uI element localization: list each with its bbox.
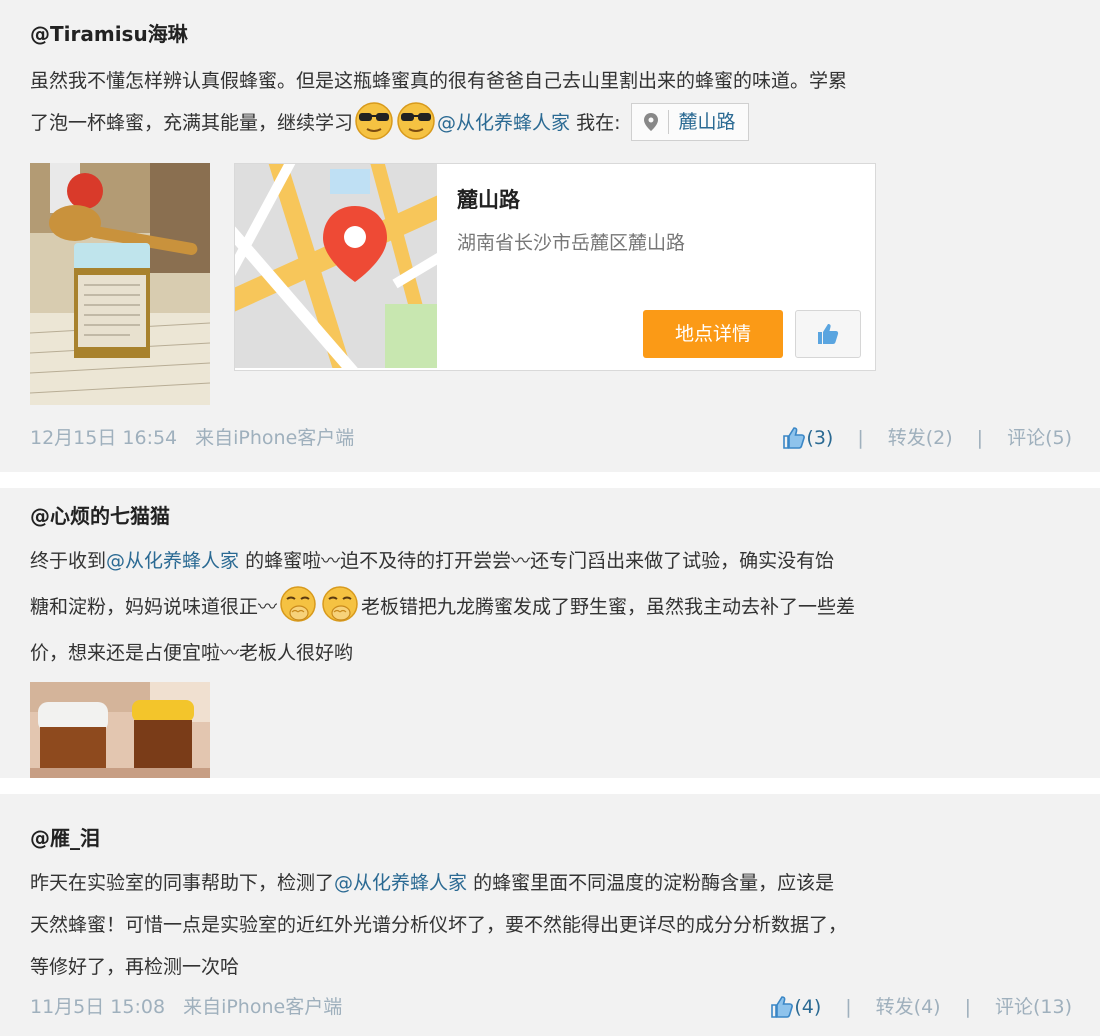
post-text: 昨天在实验室的同事帮助下，检测了 — [30, 872, 335, 894]
weibo-post: @雁_泪 昨天在实验室的同事帮助下，检测了@从化养蜂人家 的蜂蜜里面不同温度的淀… — [0, 794, 1100, 1036]
post-text: 终于收到 — [30, 550, 107, 572]
location-address: 湖南省长沙市岳麓区麓山路 — [457, 232, 686, 254]
map-thumbnail — [235, 164, 437, 368]
post-author[interactable]: @Tiramisu海琳 — [30, 18, 188, 47]
thumbs-up-icon — [818, 324, 839, 344]
post-time[interactable]: 12月15日 16:54 — [30, 423, 177, 453]
divider: | — [964, 996, 971, 1018]
post-content: 虽然我不懂怎样辨认真假蜂蜜。但是这瓶蜂蜜真的很有爸爸自己去山里割出来的蜂蜜的味道… — [30, 60, 1076, 144]
location-card[interactable]: 麓山路 湖南省长沙市岳麓区麓山路 地点详情 — [234, 163, 876, 371]
post-actions: (3) | 转发(2) | 评论(5) — [782, 423, 1072, 453]
like-button[interactable]: (3) — [782, 423, 833, 453]
thumbs-up-icon — [783, 427, 806, 449]
sunglasses-emoji-icon — [355, 101, 393, 140]
giggle-emoji-icon — [280, 585, 316, 622]
post-text-line: 昨天在实验室的同事帮助下，检测了@从化养蜂人家 的蜂蜜里面不同温度的淀粉酶含量，… — [30, 862, 1076, 904]
post-text: 糖和淀粉，妈妈说味道很正〰 — [30, 596, 278, 618]
sunglasses-emoji-icon — [397, 101, 435, 140]
post-source[interactable]: 来自iPhone客户端 — [183, 992, 342, 1022]
post-text: 的蜂蜜啦〰迫不及待的打开尝尝〰还专门舀出来做了试验，确实没有饴 — [239, 550, 835, 572]
post-text-line: 糖和淀粉，妈妈说味道很正〰 老板错把九龙腾蜜发成了野生蜜，虽然我主动去补了一些差 — [30, 582, 1076, 632]
chip-divider — [667, 109, 669, 134]
thumbs-up-icon — [771, 996, 794, 1018]
post-text-line: 了泡一杯蜂蜜，充满其能量，继续学习 @从化养蜂人家 我在: 麓山路 — [30, 101, 1076, 144]
comment-button[interactable]: 评论(13) — [995, 992, 1072, 1022]
post-author[interactable]: @雁_泪 — [30, 822, 100, 851]
post-photo[interactable] — [30, 682, 210, 778]
post-source[interactable]: 来自iPhone客户端 — [195, 423, 354, 453]
post-author[interactable]: @心烦的七猫猫 — [30, 500, 170, 529]
location-pin-icon — [643, 112, 658, 131]
honey-jar-photo — [30, 163, 210, 405]
post-content: 昨天在实验室的同事帮助下，检测了@从化养蜂人家 的蜂蜜里面不同温度的淀粉酶含量，… — [30, 862, 1076, 988]
divider: | — [845, 996, 852, 1018]
location-chip-label: 麓山路 — [678, 110, 736, 133]
weibo-post: @心烦的七猫猫 终于收到@从化养蜂人家 的蜂蜜啦〰迫不及待的打开尝尝〰还专门舀出… — [0, 488, 1100, 778]
honey-jars-photo — [30, 682, 210, 778]
post-time[interactable]: 11月5日 15:08 — [30, 992, 165, 1022]
location-title: 麓山路 — [457, 188, 520, 212]
post-text: 老板错把九龙腾蜜发成了野生蜜，虽然我主动去补了一些差 — [361, 596, 856, 618]
post-text-line: 虽然我不懂怎样辨认真假蜂蜜。但是这瓶蜂蜜真的很有爸爸自己去山里割出来的蜂蜜的味道… — [30, 70, 848, 92]
mention-link[interactable]: @从化养蜂人家 — [106, 550, 239, 572]
post-text: 了泡一杯蜂蜜，充满其能量，继续学习 — [30, 112, 354, 134]
location-chip[interactable]: 麓山路 — [630, 102, 749, 141]
repost-button[interactable]: 转发(2) — [888, 423, 953, 453]
weibo-post: @Tiramisu海琳 虽然我不懂怎样辨认真假蜂蜜。但是这瓶蜂蜜真的很有爸爸自己… — [0, 0, 1100, 472]
post-text: 的蜂蜜里面不同温度的淀粉酶含量，应该是 — [467, 872, 835, 894]
location-like-button[interactable] — [795, 310, 861, 358]
post-photo[interactable] — [30, 163, 210, 405]
like-count: (3) — [806, 427, 834, 449]
mention-link[interactable]: @从化养蜂人家 — [437, 112, 570, 134]
post-actions: (4) | 转发(4) | 评论(13) — [770, 992, 1072, 1022]
post-text-line: 终于收到@从化养蜂人家 的蜂蜜啦〰迫不及待的打开尝尝〰还专门舀出来做了试验，确实… — [30, 540, 1076, 582]
post-text-line: 价，想来还是占便宜啦〰老板人很好哟 — [30, 642, 354, 664]
giggle-emoji-icon — [322, 585, 358, 622]
like-button[interactable]: (4) — [770, 992, 821, 1022]
like-count: (4) — [794, 996, 822, 1018]
comment-button[interactable]: 评论(5) — [1007, 423, 1072, 453]
location-detail-button[interactable]: 地点详情 — [643, 310, 783, 358]
post-text-line: 等修好了，再检测一次哈 — [30, 956, 240, 978]
location-prefix: 我在: — [576, 112, 621, 134]
repost-button[interactable]: 转发(4) — [876, 992, 941, 1022]
mention-link[interactable]: @从化养蜂人家 — [334, 872, 467, 894]
divider: | — [976, 427, 984, 449]
post-footer: 11月5日 15:08 来自iPhone客户端 (4) | 转发(4) | 评论… — [30, 992, 1072, 1022]
post-footer: 12月15日 16:54 来自iPhone客户端 (3) | 转发(2) | 评… — [30, 423, 1072, 453]
post-content: 终于收到@从化养蜂人家 的蜂蜜啦〰迫不及待的打开尝尝〰还专门舀出来做了试验，确实… — [30, 540, 1076, 674]
divider: | — [857, 427, 864, 449]
post-text-line: 天然蜂蜜！可惜一点是实验室的近红外光谱分析仪坏了，要不然能得出更详尽的成分分析数… — [30, 914, 848, 936]
